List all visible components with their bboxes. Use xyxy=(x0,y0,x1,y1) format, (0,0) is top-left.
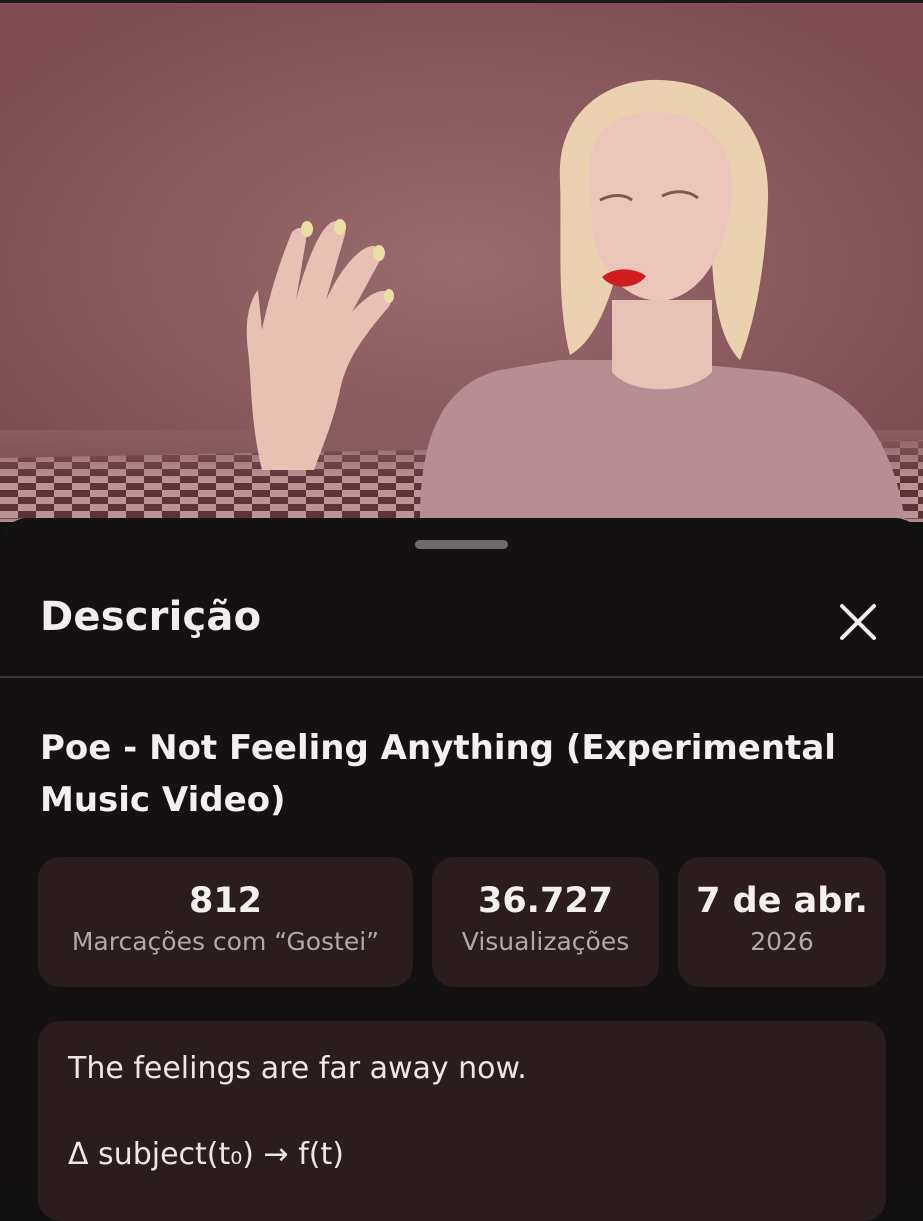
video-player[interactable] xyxy=(0,0,923,522)
video-title: Poe - Not Feeling Anything (Experimental… xyxy=(40,728,836,820)
close-button[interactable] xyxy=(826,590,890,654)
divider xyxy=(0,676,923,678)
views-stat: 36.727 Visualizações xyxy=(432,857,659,987)
likes-stat: 812 Marcações com “Gostei” xyxy=(38,857,413,987)
views-label: Visualizações xyxy=(461,927,630,956)
publish-date: 7 de abr. xyxy=(696,881,868,921)
description-sheet: Descrição Poe - Not Feeling Anything (Ex… xyxy=(0,518,923,1221)
views-count: 36.727 xyxy=(477,881,614,921)
stats-row: 812 Marcações com “Gostei” 36.727 Visual… xyxy=(38,857,886,987)
drag-handle[interactable] xyxy=(415,540,508,549)
sheet-title: Descrição xyxy=(40,594,262,640)
description-box[interactable]: The feelings are far away now. Δ subject… xyxy=(38,1021,886,1221)
description-line-2: Δ subject(t₀) → f(t) xyxy=(68,1137,344,1172)
close-icon xyxy=(840,604,876,640)
likes-label: Marcações com “Gostei” xyxy=(71,927,380,956)
description-line-1: The feelings are far away now. xyxy=(68,1051,527,1086)
date-stat: 7 de abr. 2026 xyxy=(678,857,886,987)
publish-year: 2026 xyxy=(750,927,814,956)
likes-count: 812 xyxy=(188,881,263,921)
video-frame-illustration xyxy=(0,3,923,522)
